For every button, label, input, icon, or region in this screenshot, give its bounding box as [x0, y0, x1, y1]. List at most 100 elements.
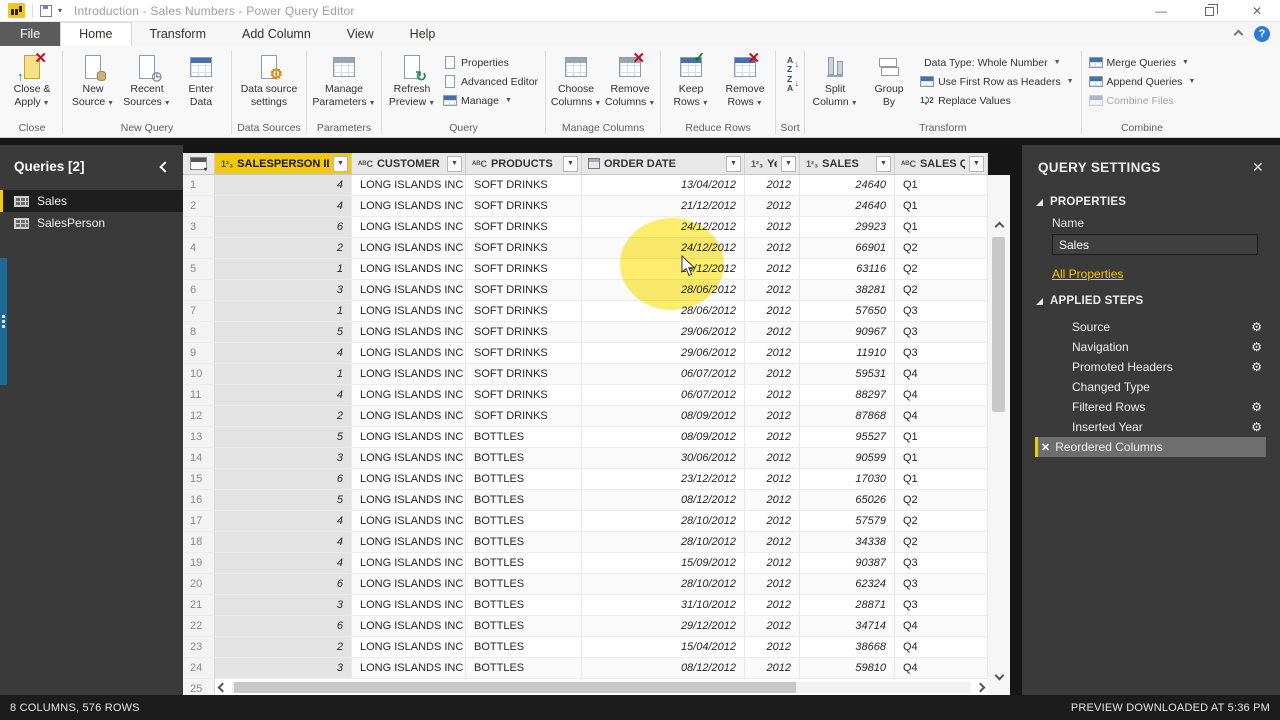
- manage-parametersbutton[interactable]: Manage Parameters▼: [311, 50, 377, 111]
- cell[interactable]: BOTTLES: [466, 574, 582, 594]
- refresh-previewbutton[interactable]: ↻Refresh Preview▼: [386, 50, 438, 111]
- cell[interactable]: 2012: [745, 217, 800, 237]
- cell[interactable]: 2012: [745, 196, 800, 216]
- cell[interactable]: BOTTLES: [466, 637, 582, 657]
- cell[interactable]: BOTTLES: [466, 658, 582, 678]
- cell[interactable]: 28/10/2012: [582, 574, 745, 594]
- filter-dropdown-icon[interactable]: ▼: [563, 156, 578, 172]
- scroll-left-icon[interactable]: [218, 682, 228, 692]
- cell[interactable]: LONG ISLANDS INC: [352, 637, 466, 657]
- cell[interactable]: 2012: [745, 364, 800, 384]
- help-icon[interactable]: ?: [1254, 26, 1270, 42]
- cell[interactable]: SOFT DRINKS: [466, 259, 582, 279]
- cell[interactable]: SOFT DRINKS: [466, 406, 582, 426]
- applied-step-reordered-columns[interactable]: ✕Reordered Columns: [1035, 437, 1266, 457]
- step-settings-gear-icon[interactable]: ⚙: [1251, 320, 1262, 334]
- cell[interactable]: LONG ISLANDS INC: [352, 259, 466, 279]
- remove-columnsbutton[interactable]: ✕Remove Columns▼: [604, 50, 656, 111]
- cell[interactable]: 30/06/2012: [582, 448, 745, 468]
- column-header-year[interactable]: 1²₃Year▼: [745, 153, 800, 174]
- cell[interactable]: 5: [215, 322, 352, 342]
- tab-help[interactable]: Help: [392, 23, 454, 46]
- cell[interactable]: 66901: [800, 238, 895, 258]
- cell[interactable]: 2012: [745, 490, 800, 510]
- cell[interactable]: Q3: [895, 595, 988, 615]
- cell[interactable]: 08/12/2012: [582, 490, 745, 510]
- cell[interactable]: 3: [215, 280, 352, 300]
- cell[interactable]: 28871: [800, 595, 895, 615]
- scroll-down-icon[interactable]: [994, 671, 1004, 681]
- cell[interactable]: LONG ISLANDS INC: [352, 511, 466, 531]
- cell[interactable]: 29/12/2012: [582, 259, 745, 279]
- query-item-sales[interactable]: Sales: [0, 190, 183, 212]
- filter-dropdown-icon[interactable]: ▼: [781, 156, 796, 172]
- cell[interactable]: 2012: [745, 343, 800, 363]
- save-icon[interactable]: [40, 5, 52, 17]
- applied-steps-section-header[interactable]: APPLIED STEPS: [1022, 285, 1280, 313]
- cell[interactable]: Q2: [895, 511, 988, 531]
- cell[interactable]: BOTTLES: [466, 469, 582, 489]
- enter-databutton[interactable]: Enter Data: [175, 50, 227, 111]
- cell[interactable]: LONG ISLANDS INC: [352, 175, 466, 195]
- cell[interactable]: 59810: [800, 658, 895, 678]
- cell[interactable]: 6: [215, 217, 352, 237]
- vertical-scrollbar[interactable]: [988, 175, 1010, 701]
- cell[interactable]: 2: [215, 238, 352, 258]
- quick-access-caret-icon[interactable]: ▾: [58, 6, 62, 15]
- close-panel-icon[interactable]: ✕: [1252, 159, 1264, 176]
- tab-add-column[interactable]: Add Column: [224, 23, 329, 46]
- filter-dropdown-icon[interactable]: ▼: [876, 156, 891, 172]
- filter-dropdown-icon[interactable]: ▼: [447, 156, 462, 172]
- remove-rowsbutton[interactable]: ✕Remove Rows▼: [719, 50, 771, 111]
- column-header-salesperson-id[interactable]: 1²₃SALESPERSON ID▼: [215, 153, 352, 174]
- cell[interactable]: 2: [215, 406, 352, 426]
- cell[interactable]: 15/04/2012: [582, 637, 745, 657]
- cell[interactable]: 2012: [745, 511, 800, 531]
- filter-dropdown-icon[interactable]: ▼: [726, 156, 741, 172]
- cell[interactable]: 4: [215, 553, 352, 573]
- cell[interactable]: 31/10/2012: [582, 595, 745, 615]
- column-header-sales-qtr[interactable]: ᴬᴮCSALES QTR▼: [895, 153, 988, 174]
- cell[interactable]: SOFT DRINKS: [466, 175, 582, 195]
- scroll-up-icon[interactable]: [994, 222, 1004, 232]
- cell[interactable]: 24/12/2012: [582, 217, 745, 237]
- cell[interactable]: 28/06/2012: [582, 280, 745, 300]
- cell[interactable]: 11910: [800, 343, 895, 363]
- cell[interactable]: LONG ISLANDS INC: [352, 322, 466, 342]
- cell[interactable]: 63116: [800, 259, 895, 279]
- tab-file[interactable]: File: [0, 22, 60, 46]
- cell[interactable]: Q2: [895, 490, 988, 510]
- cell[interactable]: 08/09/2012: [582, 427, 745, 447]
- cell[interactable]: 28/10/2012: [582, 511, 745, 531]
- cell[interactable]: 2012: [745, 301, 800, 321]
- cell[interactable]: Q3: [895, 574, 988, 594]
- cell[interactable]: 2012: [745, 658, 800, 678]
- column-header-customer[interactable]: ᴬᴮCCUSTOMER▼: [352, 153, 466, 174]
- cell[interactable]: BOTTLES: [466, 511, 582, 531]
- cell[interactable]: 62324: [800, 574, 895, 594]
- cell[interactable]: 13/04/2012: [582, 175, 745, 195]
- cell[interactable]: BOTTLES: [466, 427, 582, 447]
- minimize-button[interactable]: —: [1155, 4, 1167, 18]
- cell[interactable]: LONG ISLANDS INC: [352, 532, 466, 552]
- cell[interactable]: 5: [215, 427, 352, 447]
- applied-step-navigation[interactable]: Navigation⚙: [1052, 337, 1266, 357]
- cell[interactable]: 90599: [800, 448, 895, 468]
- applied-step-inserted-year[interactable]: Inserted Year⚙: [1052, 417, 1266, 437]
- column-header-order-date[interactable]: ORDER DATE▼: [582, 153, 745, 174]
- sort-az-button[interactable]: AZ↓: [780, 55, 800, 70]
- cell[interactable]: 59531: [800, 364, 895, 384]
- cell[interactable]: Q1: [895, 469, 988, 489]
- cell[interactable]: SOFT DRINKS: [466, 196, 582, 216]
- cell[interactable]: 2012: [745, 469, 800, 489]
- cell[interactable]: BOTTLES: [466, 616, 582, 636]
- cell[interactable]: LONG ISLANDS INC: [352, 364, 466, 384]
- cell[interactable]: 06/07/2012: [582, 364, 745, 384]
- cell[interactable]: 3: [215, 658, 352, 678]
- cell[interactable]: 15/09/2012: [582, 553, 745, 573]
- cell[interactable]: 90387: [800, 553, 895, 573]
- data-type-whole-number-button[interactable]: Data Type: Whole Number▼: [917, 55, 1076, 70]
- cell[interactable]: 65026: [800, 490, 895, 510]
- cell[interactable]: 08/09/2012: [582, 406, 745, 426]
- close-button[interactable]: ✕: [1252, 4, 1262, 18]
